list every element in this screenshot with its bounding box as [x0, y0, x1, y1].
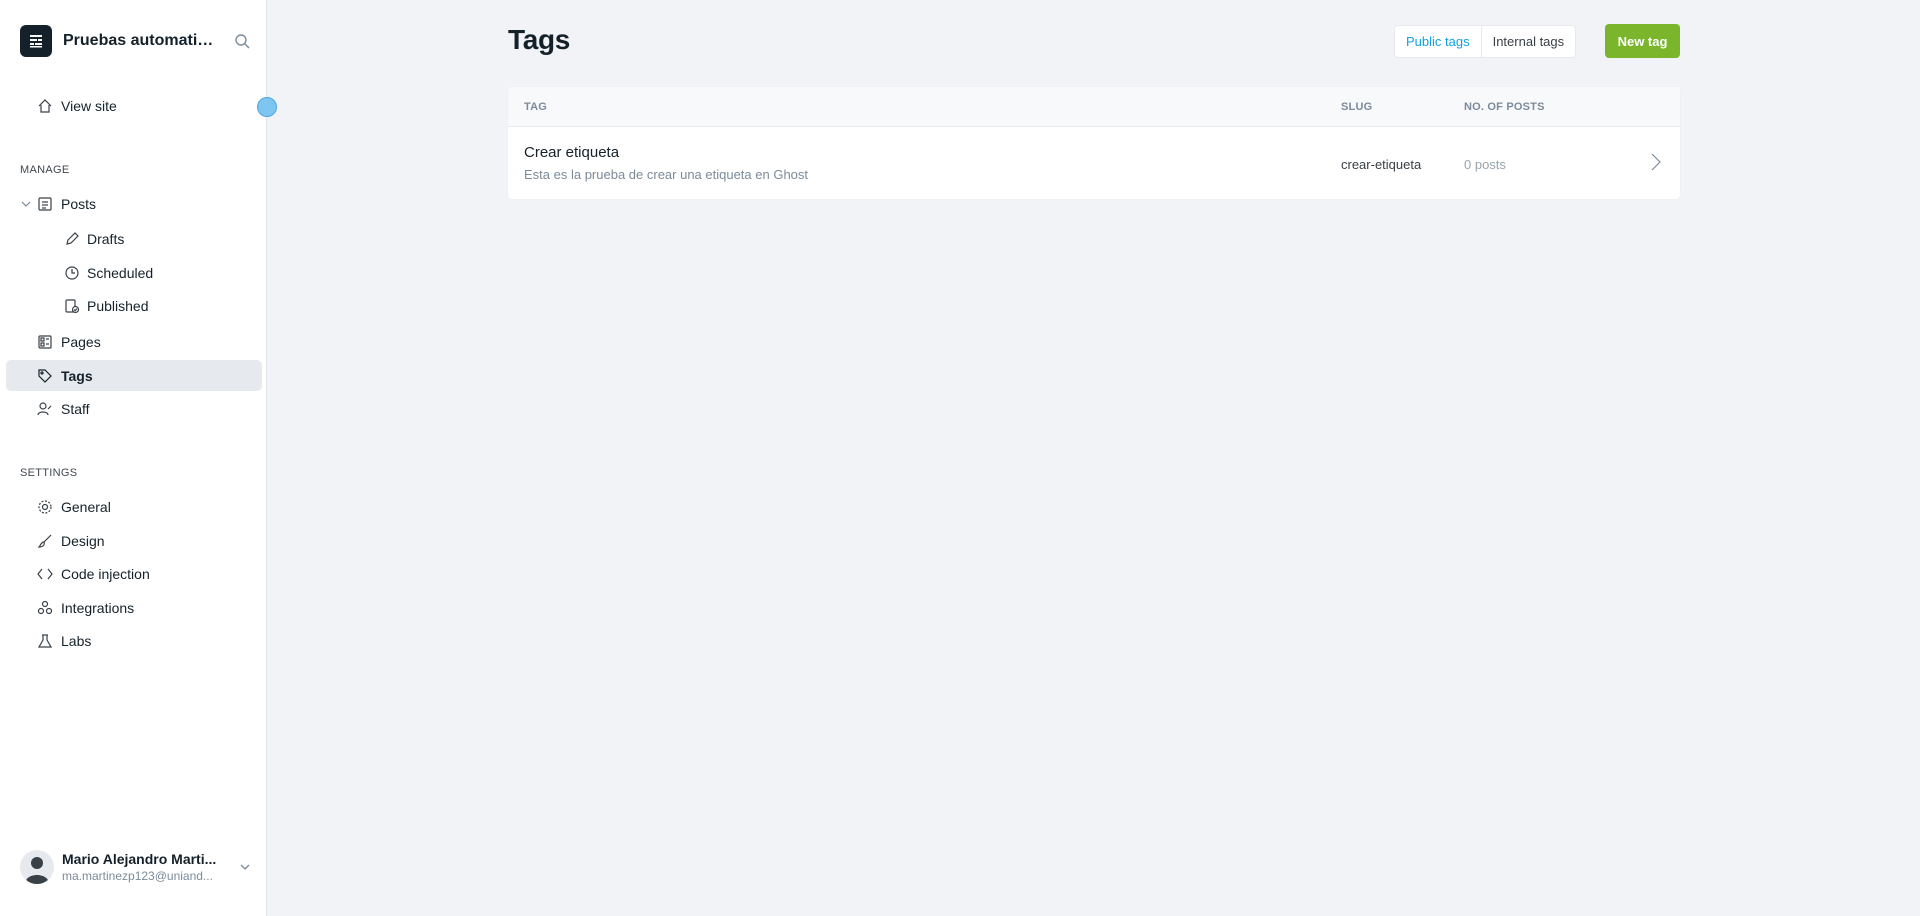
labs-icon — [36, 632, 54, 650]
chevron-down-icon[interactable] — [20, 198, 32, 210]
sidebar-item-drafts[interactable]: Drafts — [6, 223, 262, 254]
sidebar-item-view-site[interactable]: View site — [6, 90, 262, 121]
clock-icon — [63, 264, 81, 282]
page-title: Tags — [508, 24, 571, 55]
ghost-logo-icon[interactable] — [20, 25, 52, 57]
sidebar-item-tags[interactable]: Tags — [6, 360, 262, 391]
search-icon[interactable] — [232, 31, 252, 51]
home-icon — [36, 97, 54, 115]
sidebar-item-label: General — [61, 498, 111, 515]
sidebar-item-label: Posts — [61, 195, 97, 212]
cursor-indicator — [257, 97, 277, 117]
user-name: Mario Alejandro Marti... — [62, 851, 217, 867]
tab-internal-tags[interactable]: Internal tags — [1482, 26, 1576, 57]
sidebar-item-general[interactable]: General — [6, 491, 262, 522]
sidebar-item-label: Design — [61, 532, 105, 549]
sidebar-item-integrations[interactable]: Integrations — [6, 592, 262, 623]
published-icon — [63, 297, 81, 315]
sidebar-item-label: Scheduled — [87, 264, 154, 281]
app: Pruebas automatiz... View site MANAGE Po… — [0, 0, 1920, 916]
column-slug: SLUG — [1341, 101, 1373, 113]
table-header: TAG SLUG NO. OF POSTS — [508, 87, 1680, 127]
sidebar-item-label: Drafts — [87, 230, 125, 247]
user-menu[interactable]: Mario Alejandro Marti... ma.martinezp123… — [20, 848, 252, 886]
tag-slug: crear-etiqueta — [1341, 157, 1422, 172]
staff-icon — [36, 400, 54, 418]
user-email: ma.martinezp123@uniand... — [62, 869, 213, 883]
table-row[interactable]: Crear etiqueta Esta es la prueba de crea… — [508, 127, 1680, 199]
sidebar-item-label: Labs — [61, 632, 92, 649]
sidebar-item-labs[interactable]: Labs — [6, 625, 262, 656]
new-tag-button[interactable]: New tag — [1605, 24, 1680, 58]
sidebar-item-staff[interactable]: Staff — [6, 393, 262, 424]
site-title[interactable]: Pruebas automatiz... — [63, 32, 215, 50]
posts-icon — [36, 195, 54, 213]
sidebar-item-label: Staff — [61, 400, 90, 417]
section-settings: SETTINGS — [20, 467, 78, 479]
tag-name: Crear etiqueta — [524, 144, 620, 161]
user-info: Mario Alejandro Marti... ma.martinezp123… — [62, 851, 222, 883]
chevron-down-icon[interactable] — [238, 860, 252, 874]
brush-icon — [36, 532, 54, 550]
sidebar-item-scheduled[interactable]: Scheduled — [6, 257, 262, 288]
pencil-icon — [63, 230, 81, 248]
tab-public-tags[interactable]: Public tags — [1395, 26, 1482, 57]
section-manage: MANAGE — [20, 164, 70, 176]
tag-description: Esta es la prueba de crear una etiqueta … — [524, 167, 809, 182]
pages-icon — [36, 333, 54, 351]
gear-icon — [36, 498, 54, 516]
sidebar-item-pages[interactable]: Pages — [6, 326, 262, 357]
sidebar-item-label: Pages — [61, 333, 101, 350]
sidebar-item-code-injection[interactable]: Code injection — [6, 558, 262, 589]
tags-table: TAG SLUG NO. OF POSTS Crear etiqueta Est… — [508, 87, 1680, 199]
code-icon — [36, 565, 54, 583]
avatar — [20, 850, 54, 884]
sidebar: Pruebas automatiz... View site MANAGE Po… — [0, 0, 267, 916]
tag-icon — [36, 367, 54, 385]
column-posts: NO. OF POSTS — [1464, 101, 1545, 113]
sidebar-item-label: Integrations — [61, 599, 135, 616]
column-tag: TAG — [524, 101, 548, 113]
sidebar-item-label: View site — [61, 97, 117, 114]
sidebar-item-design[interactable]: Design — [6, 525, 262, 556]
sidebar-item-label: Tags — [61, 367, 93, 384]
sidebar-header: Pruebas automatiz... — [20, 25, 252, 57]
chevron-right-icon — [1648, 152, 1664, 172]
tag-post-count[interactable]: 0 posts — [1464, 157, 1506, 172]
sidebar-item-published[interactable]: Published — [6, 290, 262, 321]
sidebar-item-posts[interactable]: Posts — [6, 188, 262, 219]
sidebar-item-label: Code injection — [61, 565, 150, 582]
sidebar-item-label: Published — [87, 297, 149, 314]
integrations-icon — [36, 599, 54, 617]
tag-type-toggle: Public tags Internal tags — [1394, 25, 1577, 58]
